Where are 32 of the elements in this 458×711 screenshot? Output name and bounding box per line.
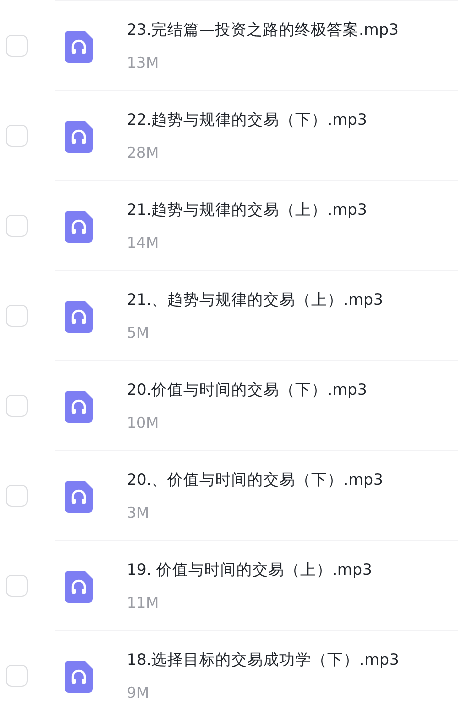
checkbox[interactable]	[6, 575, 28, 597]
file-size: 14M	[127, 233, 160, 253]
audio-file-icon	[65, 211, 93, 243]
checkbox[interactable]	[6, 485, 28, 507]
audio-file-icon	[65, 121, 93, 153]
file-name[interactable]: 20.、价值与时间的交易（下）.mp3	[127, 469, 384, 491]
file-name[interactable]: 23.完结篇—投资之路的终极答案.mp3	[127, 19, 399, 41]
checkbox[interactable]	[6, 665, 28, 687]
file-name[interactable]: 20.价值与时间的交易（下）.mp3	[127, 379, 368, 401]
file-size: 28M	[127, 143, 160, 163]
checkbox[interactable]	[6, 125, 28, 147]
file-size: 9M	[127, 683, 150, 703]
file-size: 13M	[127, 53, 160, 73]
audio-file-icon	[65, 571, 93, 603]
file-name[interactable]: 21.、趋势与规律的交易（上）.mp3	[127, 289, 384, 311]
checkbox[interactable]	[6, 35, 28, 57]
file-size: 10M	[127, 413, 160, 433]
file-size: 3M	[127, 503, 150, 523]
file-name[interactable]: 19. 价值与时间的交易（上）.mp3	[127, 559, 372, 581]
audio-file-icon	[65, 481, 93, 513]
audio-file-icon	[65, 301, 93, 333]
audio-file-icon	[65, 31, 93, 63]
file-name[interactable]: 18.选择目标的交易成功学（下）.mp3	[127, 649, 400, 671]
file-name[interactable]: 21.趋势与规律的交易（上）.mp3	[127, 199, 368, 221]
file-size: 5M	[127, 323, 150, 343]
file-size: 11M	[127, 593, 160, 613]
checkbox[interactable]	[6, 215, 28, 237]
file-name[interactable]: 22.趋势与规律的交易（下）.mp3	[127, 109, 368, 131]
audio-file-icon	[65, 661, 93, 693]
audio-file-icon	[65, 391, 93, 423]
checkbox[interactable]	[6, 395, 28, 417]
checkbox[interactable]	[6, 305, 28, 327]
